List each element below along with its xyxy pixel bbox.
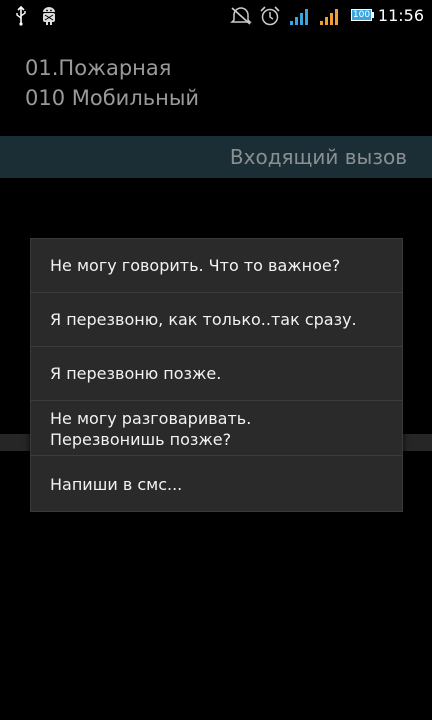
quick-reply-text: Я перезвоню, как только..так сразу. bbox=[50, 310, 357, 329]
signal-blue-icon bbox=[290, 9, 308, 25]
battery-icon: 100 bbox=[351, 9, 372, 21]
status-bar: 100 11:56 bbox=[0, 0, 432, 32]
quick-reply-text: Не могу разговаривать. Перезвонишь позже… bbox=[50, 408, 251, 450]
incoming-call-banner: Входящий вызов bbox=[0, 136, 432, 178]
quick-reply-item[interactable]: Не могу говорить. Что то важное? bbox=[31, 239, 402, 293]
quick-reply-dialog: Не могу говорить. Что то важное? Я перез… bbox=[30, 238, 403, 512]
quick-reply-item[interactable]: Я перезвоню позже. bbox=[31, 347, 402, 401]
battery-tip bbox=[372, 12, 374, 18]
alarm-icon bbox=[260, 6, 280, 26]
muted-ringer-icon bbox=[230, 7, 252, 25]
quick-reply-text: Не могу говорить. Что то важное? bbox=[50, 256, 341, 275]
quick-reply-text-line2: Перезвонишь позже? bbox=[50, 429, 232, 449]
battery-level: 100 bbox=[352, 10, 371, 20]
clock: 11:56 bbox=[377, 6, 424, 25]
quick-reply-text-line1: Не могу разговаривать. bbox=[50, 408, 252, 428]
screen: 100 11:56 01.Пожарная 010 Мобильный Вход… bbox=[0, 0, 432, 720]
incoming-call-label: Входящий вызов bbox=[229, 145, 407, 169]
usb-icon bbox=[16, 6, 26, 26]
quick-reply-text: Напиши в смс... bbox=[50, 474, 183, 494]
signal-orange-icon bbox=[320, 9, 338, 25]
caller-name: 01.Пожарная bbox=[25, 56, 172, 80]
android-debug-icon bbox=[43, 7, 55, 25]
quick-reply-text: Я перезвоню позже. bbox=[50, 364, 222, 383]
caller-number: 010 Мобильный bbox=[25, 86, 200, 110]
quick-reply-item[interactable]: Не могу разговаривать. Перезвонишь позже… bbox=[31, 402, 402, 456]
quick-reply-item[interactable]: Напиши в смс... bbox=[31, 457, 402, 511]
quick-reply-item[interactable]: Я перезвоню, как только..так сразу. bbox=[31, 293, 402, 347]
